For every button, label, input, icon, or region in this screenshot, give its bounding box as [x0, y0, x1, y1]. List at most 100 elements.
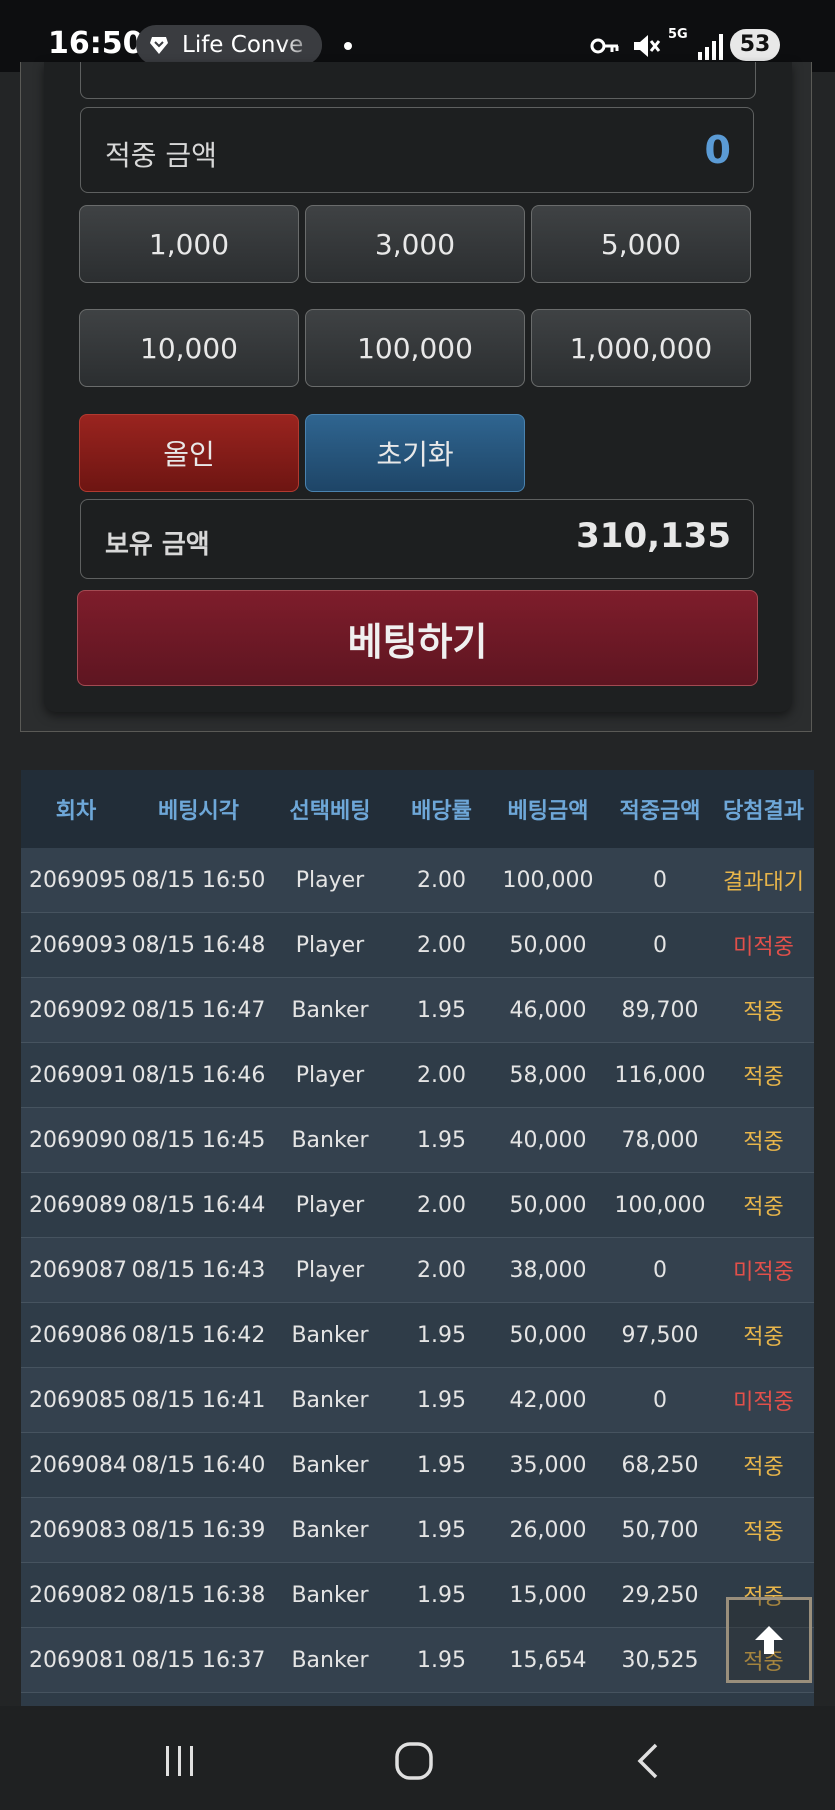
- chip-1000000-button[interactable]: 1,000,000: [531, 309, 751, 387]
- cell-time: 08/15 16:43: [131, 1237, 266, 1303]
- table-row: 2069095 08/15 16:50 Player 2.00 100,000 …: [21, 848, 814, 913]
- cell-win-amount: 0: [607, 1237, 713, 1303]
- cell-odds: 2.00: [394, 1042, 489, 1108]
- cell-result: 미적중: [713, 912, 814, 978]
- column-header: 회차: [21, 770, 131, 848]
- column-header: 당첨결과: [713, 770, 814, 848]
- cell-bet-amount: 100,000: [489, 848, 607, 913]
- cell-bet-amount: 15,000: [489, 1562, 607, 1628]
- brave-lion-icon: [150, 37, 168, 54]
- cell-time: 08/15 16:41: [131, 1367, 266, 1433]
- cell-odds: 1.95: [394, 1302, 489, 1368]
- cell-bet-amount: 42,000: [489, 1367, 607, 1433]
- cell-win-amount: 116,000: [607, 1042, 713, 1108]
- cell-round: 2069089: [21, 1172, 131, 1238]
- table-row: 2069091 08/15 16:46 Player 2.00 58,000 1…: [21, 1042, 814, 1108]
- table-row: 2069081 08/15 16:37 Banker 1.95 15,654 3…: [21, 1627, 814, 1693]
- cell-result: 적중: [713, 1172, 814, 1238]
- cell-round: 2069093: [21, 912, 131, 978]
- bet-history-table[interactable]: 회차 베팅시각 선택베팅 배당률 베팅금액 적중금액 당첨결과 2069095 …: [21, 770, 814, 1706]
- cell-bet-amount: 46,000: [489, 977, 607, 1043]
- cell-odds: 1.95: [394, 977, 489, 1043]
- chip-10000-button[interactable]: 10,000: [79, 309, 299, 387]
- win-amount-label: 적중 금액: [105, 139, 217, 172]
- cell-bet-amount: 58,000: [489, 1042, 607, 1108]
- cell-choice: Player: [266, 1042, 394, 1108]
- cell-round: 2069087: [21, 1237, 131, 1303]
- cell-round: 2069083: [21, 1497, 131, 1563]
- cell-win-amount: 68,250: [607, 1432, 713, 1498]
- table-row: 2069093 08/15 16:48 Player 2.00 50,000 0…: [21, 912, 814, 978]
- cell-bet-amount: 38,000: [489, 1237, 607, 1303]
- all-in-button[interactable]: 올인: [79, 414, 299, 492]
- cell-bet-amount: 50,000: [489, 1172, 607, 1238]
- notification-dot: [344, 42, 352, 50]
- cell-round: 2069092: [21, 977, 131, 1043]
- home-icon[interactable]: [394, 1741, 434, 1781]
- cell-bet-amount: 50,000: [489, 1302, 607, 1368]
- cell-bet-amount: 15,654: [489, 1627, 607, 1693]
- cell-time: 08/15 16:37: [131, 1627, 266, 1693]
- table-row: 2069089 08/15 16:44 Player 2.00 50,000 1…: [21, 1172, 814, 1238]
- cell-odds: 2.00: [394, 1172, 489, 1238]
- scroll-to-top-button[interactable]: [726, 1597, 812, 1683]
- cell-round: 2069090: [21, 1107, 131, 1173]
- cell-choice: Banker: [266, 1497, 394, 1563]
- cell-win-amount: 89,700: [607, 977, 713, 1043]
- cell-win-amount: 29,250: [607, 1562, 713, 1628]
- battery-indicator: 53: [730, 29, 780, 61]
- cell-round: 2069085: [21, 1367, 131, 1433]
- cell-result: 적중: [713, 1107, 814, 1173]
- signal-icon: [698, 34, 723, 60]
- cell-choice: Player: [266, 912, 394, 978]
- cell-bet-amount: 35,000: [489, 1432, 607, 1498]
- cell-odds: 2.00: [394, 912, 489, 978]
- cell-bet-amount: 50,000: [489, 912, 607, 978]
- cell-result: 결과대기: [713, 848, 814, 913]
- cell-round: 2069082: [21, 1562, 131, 1628]
- cell-choice: Player: [266, 1237, 394, 1303]
- cell-choice: Banker: [266, 1367, 394, 1433]
- cell-result: 미적중: [713, 1367, 814, 1433]
- table-row: 2069082 08/15 16:38 Banker 1.95 15,000 2…: [21, 1562, 814, 1628]
- cell-win-amount: 97,500: [607, 1302, 713, 1368]
- cell-choice: Banker: [266, 1302, 394, 1368]
- table-row: 2069086 08/15 16:42 Banker 1.95 50,000 9…: [21, 1302, 814, 1368]
- column-header: 배당률: [394, 770, 489, 848]
- chip-1000-button[interactable]: 1,000: [79, 205, 299, 283]
- back-icon[interactable]: [634, 1742, 662, 1780]
- cell-time: 08/15 16:47: [131, 977, 266, 1043]
- cell-odds: 1.95: [394, 1107, 489, 1173]
- cell-choice: Player: [266, 1172, 394, 1238]
- network-type: 5G: [668, 27, 688, 42]
- recent-apps-icon[interactable]: [162, 1744, 198, 1778]
- navigation-bar: [0, 1706, 835, 1810]
- chip-5000-button[interactable]: 5,000: [531, 205, 751, 283]
- win-amount-value: 0: [704, 128, 731, 172]
- cell-odds: 1.95: [394, 1497, 489, 1563]
- cell-round: 2069086: [21, 1302, 131, 1368]
- cell-time: 08/15 16:46: [131, 1042, 266, 1108]
- cell-result: 적중: [713, 1432, 814, 1498]
- cell-win-amount: 0: [607, 1367, 713, 1433]
- cell-time: 08/15 16:44: [131, 1172, 266, 1238]
- place-bet-button[interactable]: 베팅하기: [77, 590, 758, 686]
- app-notification-pill[interactable]: Life Conve: [136, 25, 322, 65]
- balance-field: 보유 금액 310,135: [80, 499, 754, 579]
- reset-button[interactable]: 초기화: [305, 414, 525, 492]
- column-header: 베팅금액: [489, 770, 607, 848]
- chip-100000-button[interactable]: 100,000: [305, 309, 525, 387]
- cell-odds: 1.95: [394, 1367, 489, 1433]
- cell-time: 08/15 16:38: [131, 1562, 266, 1628]
- cell-choice: Banker: [266, 977, 394, 1043]
- column-header: 베팅시각: [131, 770, 266, 848]
- cell-time: 08/15 16:50: [131, 848, 266, 913]
- cell-round: 2069081: [21, 1627, 131, 1693]
- cell-odds: 1.95: [394, 1627, 489, 1693]
- cell-bet-amount: 40,000: [489, 1107, 607, 1173]
- cell-round: 2069091: [21, 1042, 131, 1108]
- cell-time: 08/15 16:48: [131, 912, 266, 978]
- chip-3000-button[interactable]: 3,000: [305, 205, 525, 283]
- table-row: 2069084 08/15 16:40 Banker 1.95 35,000 6…: [21, 1432, 814, 1498]
- table-header: 회차 베팅시각 선택베팅 배당률 베팅금액 적중금액 당첨결과: [21, 770, 814, 848]
